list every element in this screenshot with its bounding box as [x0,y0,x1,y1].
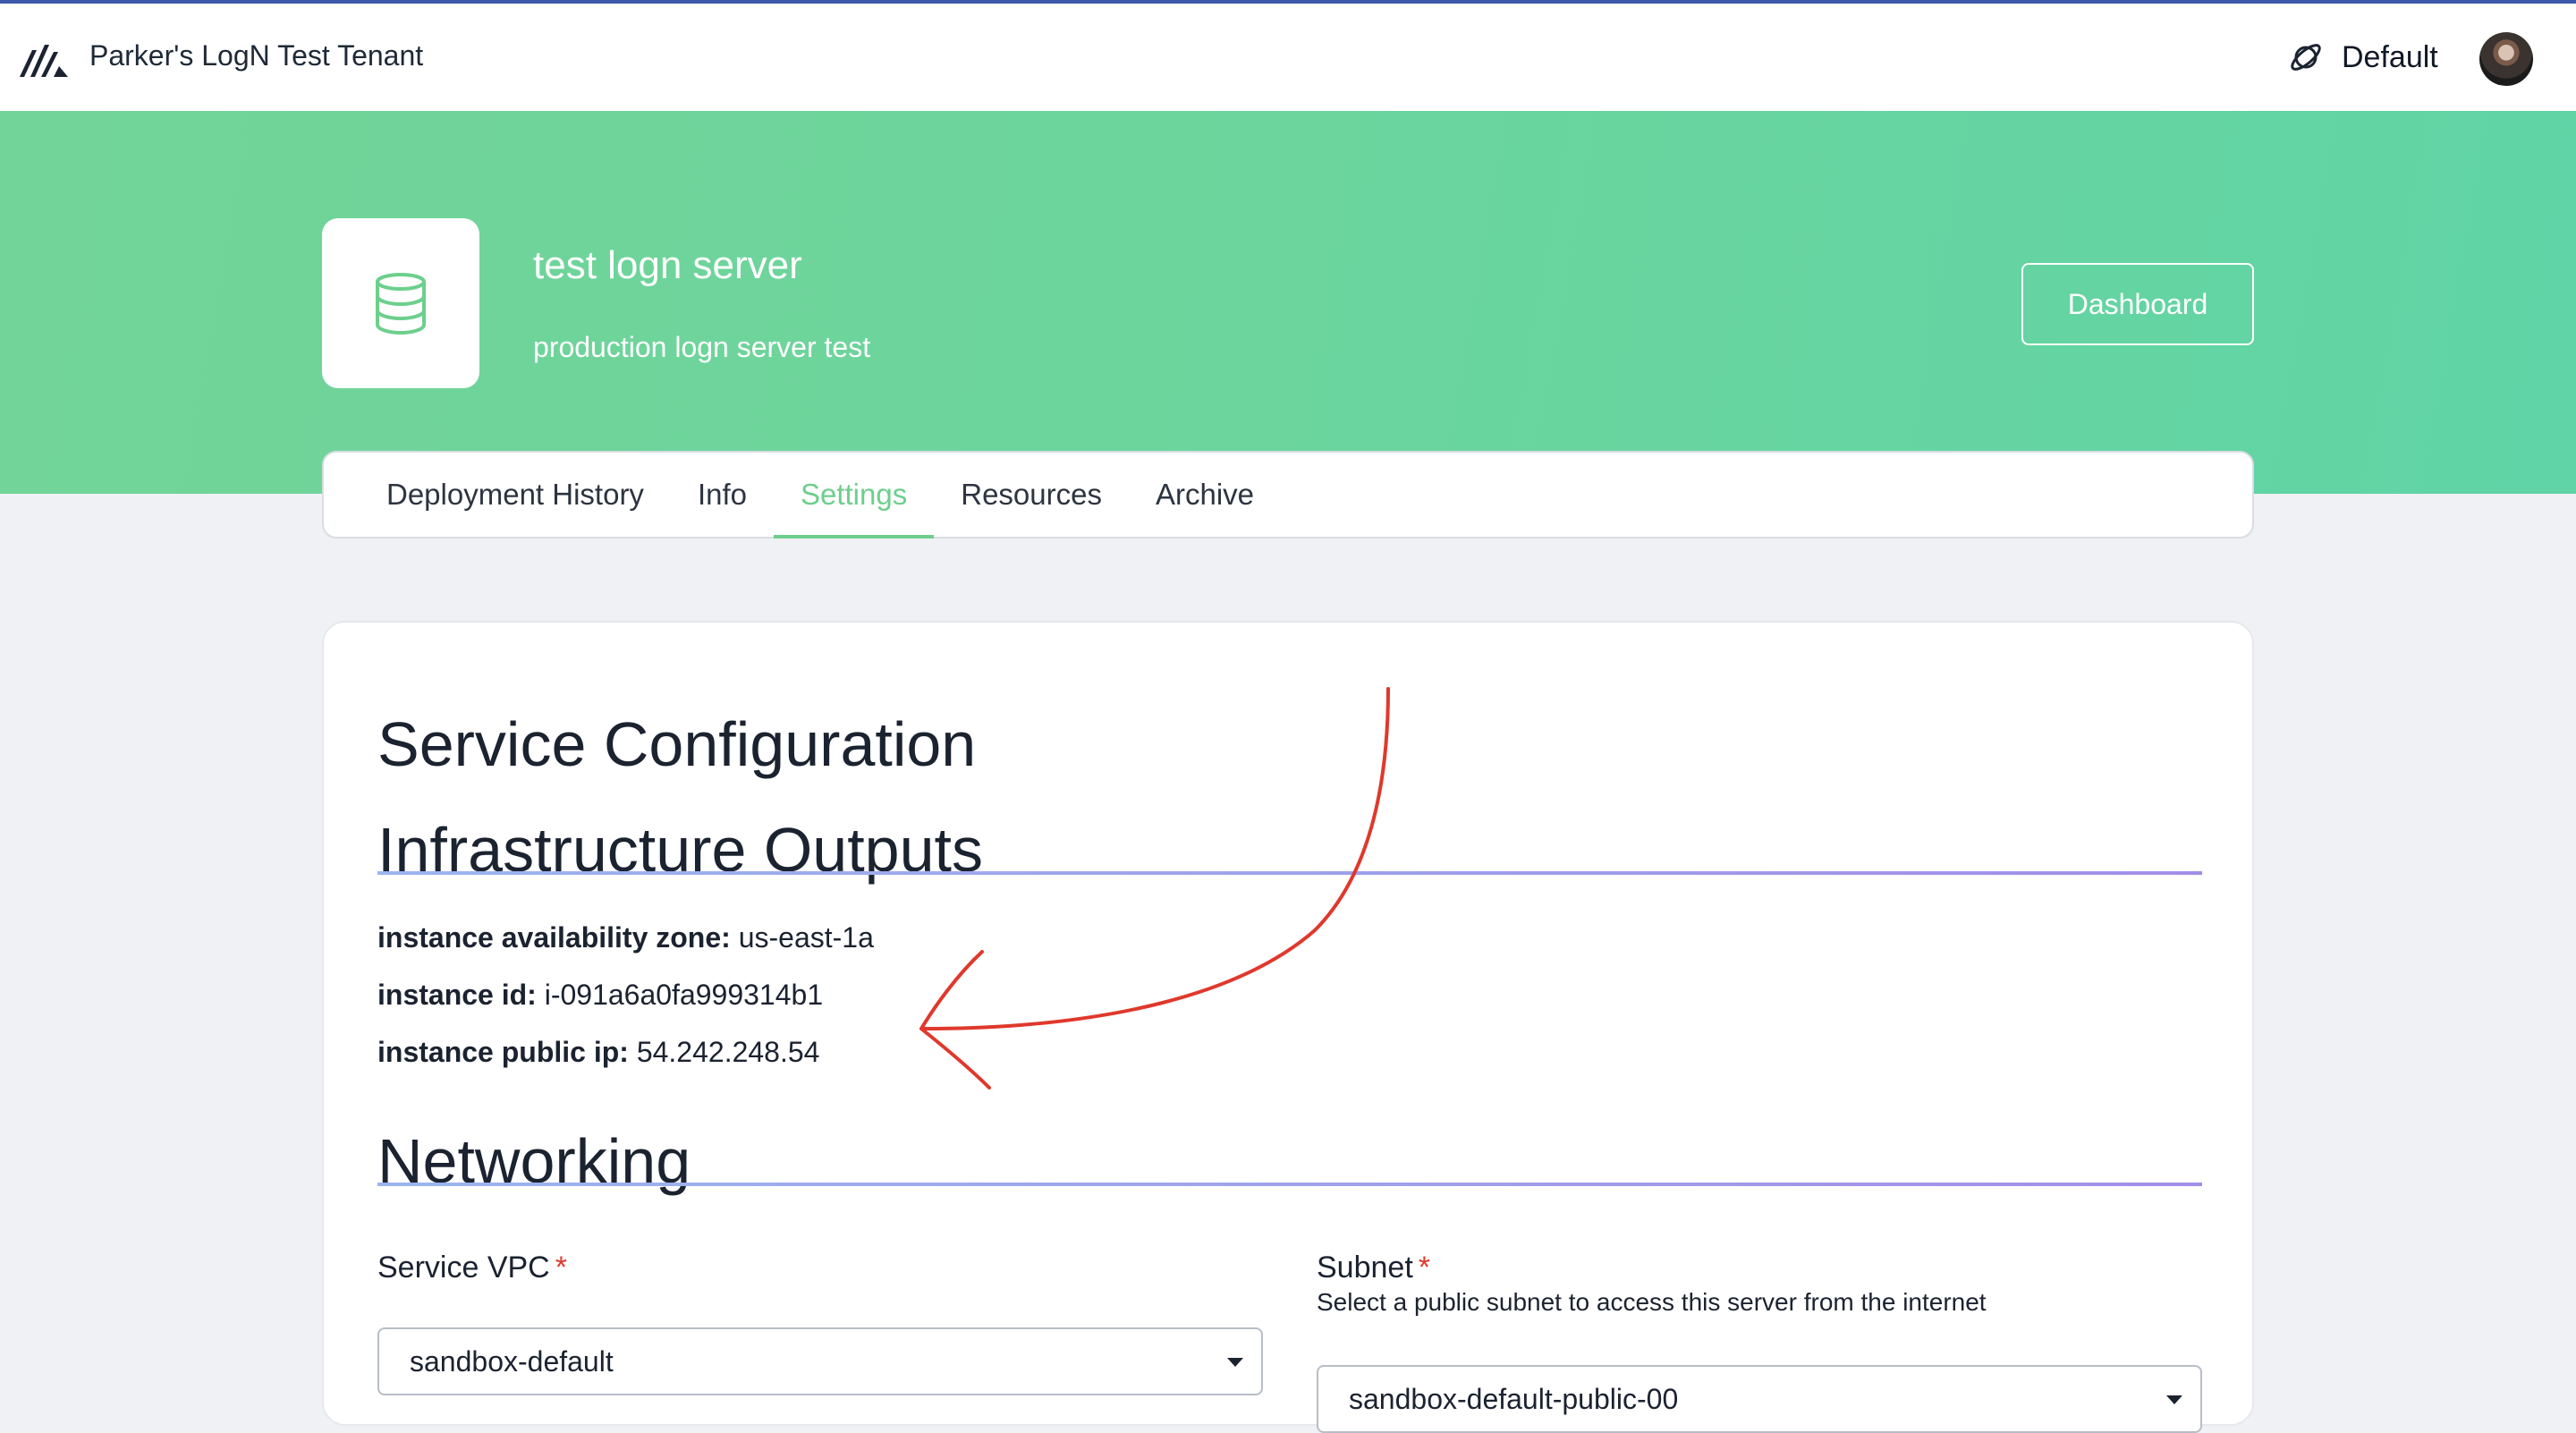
output-public-ip: instance public ip: 54.242.248.54 [377,1036,819,1069]
section-divider [377,1183,2202,1186]
output-key: instance id: [377,979,537,1011]
subnet-selected-value: sandbox-default-public-00 [1349,1382,1679,1415]
vpc-select[interactable]: sandbox-default [377,1327,1263,1395]
subnet-label: Subnet * [1317,1251,1430,1285]
environment-label: Default [2342,39,2438,74]
tab-settings[interactable]: Settings [773,453,935,538]
subnet-label-text: Subnet [1317,1251,1413,1285]
user-avatar[interactable] [2479,32,2533,86]
tab-resources[interactable]: Resources [934,453,1129,537]
tab-archive[interactable]: Archive [1129,453,1281,537]
output-value: i-091a6a0fa999314b1 [544,979,824,1011]
chevron-down-icon [2166,1395,2182,1404]
tab-info[interactable]: Info [671,453,774,537]
service-title: test logn server [533,243,802,287]
service-hero: test logn server production logn server … [0,111,2576,494]
database-icon [376,273,426,335]
dashboard-button[interactable]: Dashboard [2021,263,2254,345]
required-mark: * [555,1251,567,1285]
output-value: us-east-1a [738,921,874,954]
page-title: Service Configuration [377,709,977,779]
section-divider [377,871,2202,875]
tab-deployment-history[interactable]: Deployment History [360,453,671,537]
subnet-select[interactable]: sandbox-default-public-00 [1317,1365,2202,1433]
service-icon-tile [322,218,479,388]
tenant-name[interactable]: Parker's LogN Test Tenant [89,39,423,72]
infrastructure-outputs-heading: Infrastructure Outputs [377,815,983,885]
settings-card: Service Configuration Infrastructure Out… [322,621,2254,1433]
environment-switcher[interactable]: Default [2286,38,2438,77]
output-availability-zone: instance availability zone: us-east-1a [377,921,874,954]
service-description: production logn server test [533,331,871,363]
output-value: 54.242.248.54 [636,1036,820,1068]
networking-heading: Networking [377,1126,691,1196]
output-instance-id: instance id: i-091a6a0fa999314b1 [377,979,823,1012]
top-bar: Parker's LogN Test Tenant Default [0,4,2576,111]
required-mark: * [1418,1251,1430,1285]
brand-logo-icon[interactable] [18,38,70,81]
vpc-selected-value: sandbox-default [410,1344,614,1378]
output-key: instance availability zone: [377,921,731,954]
vpc-label-text: Service VPC [377,1251,550,1285]
subnet-help-text: Select a public subnet to access this se… [1317,1288,1987,1316]
vpc-label: Service VPC * [377,1251,567,1285]
output-key: instance public ip: [377,1036,629,1068]
chevron-down-icon [1227,1358,1243,1367]
planet-icon [2291,44,2321,71]
service-tabs: Deployment History Info Settings Resourc… [322,451,2254,538]
